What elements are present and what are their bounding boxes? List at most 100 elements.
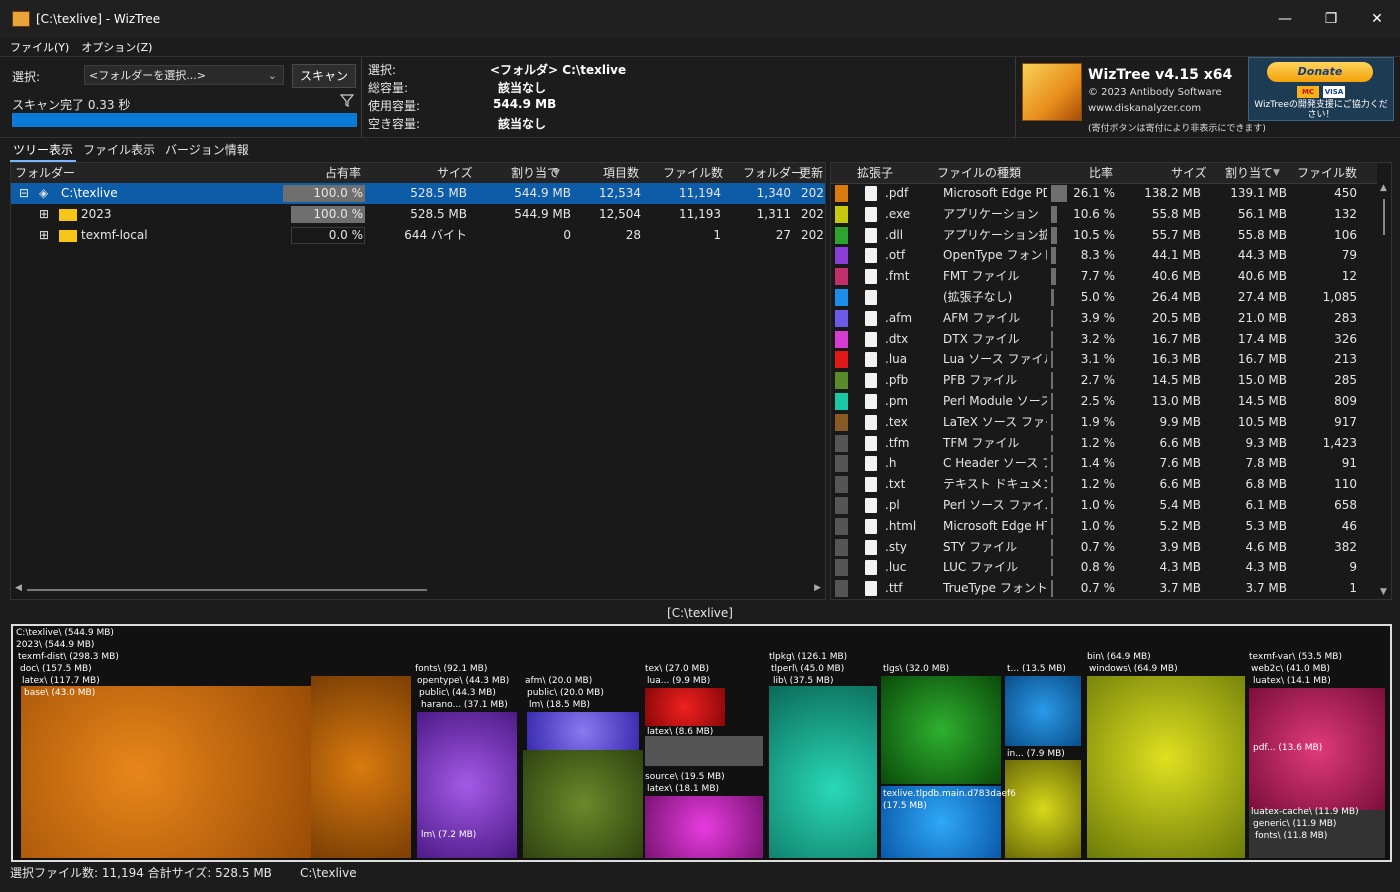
ext-type: Perl Module ソース フ [943, 394, 1047, 408]
col-size[interactable]: サイズ [437, 163, 473, 183]
col-ext-allocated[interactable]: 割り当て [1225, 163, 1273, 183]
ext-color-swatch [835, 434, 848, 452]
ext-row[interactable]: .sty STY ファイル 0.7 % 3.9 MB 4.6 MB 382 [831, 537, 1377, 558]
tab-tree-view[interactable]: ツリー表示 [10, 140, 77, 162]
ext-row[interactable]: .exe アプリケーション 10.6 % 55.8 MB 56.1 MB 132 [831, 204, 1377, 225]
ext-row[interactable]: .afm AFM ファイル 3.9 % 20.5 MB 21.0 MB 283 [831, 308, 1377, 329]
ext-row[interactable]: .html Microsoft Edge HTM 1.0 % 5.2 MB 5.3 MB… [831, 516, 1377, 537]
folder-select[interactable]: <フォルダーを選択...> ⌄ [84, 65, 284, 85]
ext-type: (拡張子なし) [943, 290, 1013, 304]
menu-file[interactable]: ファイル(Y) [10, 39, 69, 55]
ext-count: 450 [1334, 186, 1357, 200]
restore-icon[interactable]: ❐ [1308, 0, 1354, 38]
ext-size: 55.7 MB [1151, 227, 1201, 242]
ext-row[interactable]: .pfb PFB ファイル 2.7 % 14.5 MB 15.0 MB 285 [831, 370, 1377, 391]
mastercard-icon: MC [1297, 86, 1319, 98]
ext-color-swatch [835, 226, 848, 244]
col-file-type[interactable]: ファイルの種類 [937, 163, 1021, 183]
col-percent[interactable]: 占有率 [325, 163, 361, 183]
col-modified[interactable]: 更新 [799, 163, 823, 183]
ext-name: .pdf [885, 186, 909, 200]
treemap-block-bin[interactable] [1087, 676, 1245, 858]
col-folder[interactable]: フォルダー [15, 163, 75, 183]
tree-row[interactable]: ⊞ texmf-local 0.0 % 644 バイト 0 28 1 27 20… [11, 225, 825, 246]
ext-color-swatch [835, 309, 848, 327]
col-allocated[interactable]: 割り当て [511, 163, 559, 183]
treemap-block-tlgs[interactable] [881, 676, 1001, 784]
menu-options[interactable]: オプション(Z) [81, 39, 152, 55]
ext-row[interactable]: (拡張子なし) 5.0 % 26.4 MB 27.4 MB 1,085 [831, 287, 1377, 308]
ext-row[interactable]: .luc LUC ファイル 0.8 % 4.3 MB 4.3 MB 9 [831, 557, 1377, 578]
ext-row[interactable]: .txt テキスト ドキュメント 1.2 % 6.6 MB 6.8 MB 110 [831, 474, 1377, 495]
col-items[interactable]: 項目数 [603, 163, 639, 183]
ext-row[interactable]: .fmt FMT ファイル 7.7 % 40.6 MB 40.6 MB 12 [831, 266, 1377, 287]
treemap-block-lua[interactable] [645, 688, 725, 726]
treemap[interactable]: C:\texlive\ (544.9 MB) 2023\ (544.9 MB) … [11, 624, 1392, 862]
ext-type: Microsoft Edge HTM [943, 518, 1047, 533]
treemap-block-pfb[interactable] [523, 750, 643, 858]
minimize-icon[interactable]: — [1262, 0, 1308, 38]
ext-alloc: 4.6 MB [1245, 539, 1287, 554]
folder-icon [59, 230, 77, 242]
scroll-left-icon[interactable]: ◀ [15, 583, 22, 593]
treemap-block-t[interactable] [1005, 676, 1081, 746]
ext-row[interactable]: .dtx DTX ファイル 3.2 % 16.7 MB 17.4 MB 326 [831, 329, 1377, 350]
ext-count: 46 [1341, 518, 1357, 533]
treemap-block-tlperl[interactable] [769, 686, 877, 858]
folders-value: 1,340 [756, 186, 791, 200]
ext-alloc: 4.3 MB [1245, 560, 1287, 575]
col-extension[interactable]: 拡張子 [857, 163, 893, 183]
info-label: 空き容量: [368, 117, 421, 131]
ext-row[interactable]: .lua Lua ソース ファイル 3.1 % 16.3 MB 16.7 MB 213 [831, 349, 1377, 370]
ext-row[interactable]: .pdf Microsoft Edge PDF 26.1 % 138.2 MB 139.… [831, 183, 1377, 204]
expand-icon[interactable]: ⊞ [39, 204, 49, 225]
tree-row[interactable]: ⊞ 2023 100.0 % 528.5 MB 544.9 MB 12,504 … [11, 204, 825, 225]
scroll-right-icon[interactable]: ▶ [814, 583, 821, 593]
ext-row[interactable]: .pl Perl ソース ファイル 1.0 % 5.4 MB 6.1 MB 658 [831, 495, 1377, 516]
donate-button[interactable]: Donate [1267, 62, 1373, 82]
ext-row[interactable]: .pm Perl Module ソース フ 2.5 % 13.0 MB 14.5 MB 8… [831, 391, 1377, 412]
tree-horizontal-scrollbar[interactable]: ◀ ▶ [11, 581, 825, 597]
ext-row[interactable]: .dll アプリケーション拡張 10.5 % 55.7 MB 55.8 MB 106 [831, 225, 1377, 246]
col-ext-size[interactable]: サイズ [1171, 163, 1207, 183]
treemap-block-doc[interactable] [21, 686, 311, 858]
scroll-thumb[interactable] [1383, 199, 1385, 235]
ext-row[interactable]: .tex LaTeX ソース ファイル 1.9 % 9.9 MB 10.5 MB 917 [831, 412, 1377, 433]
items-value: 12,504 [599, 207, 641, 221]
scroll-down-icon[interactable]: ▼ [1380, 587, 1387, 597]
col-files[interactable]: ファイル数 [663, 163, 723, 183]
ext-ratio: 5.0 % [1080, 290, 1115, 304]
expand-icon[interactable]: ⊞ [39, 225, 49, 246]
col-file-count[interactable]: ファイル数 [1297, 163, 1357, 183]
ext-row[interactable]: .h C Header ソース ファ 1.4 % 7.6 MB 7.8 MB 91 [831, 453, 1377, 474]
percent-value: 0.0 % [328, 228, 363, 242]
ext-row[interactable]: .ttf TrueType フォント ファ 0.7 % 3.7 MB 3.7 MB 1 [831, 578, 1377, 599]
treemap-label: luatex-cache\ (11.9 MB) [1251, 807, 1359, 817]
treemap-block-latex[interactable] [645, 736, 763, 766]
ext-row[interactable]: .otf OpenType フォント フ 8.3 % 44.1 MB 44.3 MB 79 [831, 245, 1377, 266]
brand-site[interactable]: www.diskanalyzer.com [1088, 103, 1201, 114]
col-ratio[interactable]: 比率 [1089, 163, 1113, 183]
close-icon[interactable]: ✕ [1354, 0, 1400, 38]
tree-row[interactable]: ⊟ ◈ C:\texlive 100.0 % 528.5 MB 544.9 MB… [11, 183, 825, 204]
treemap-block-in[interactable] [1005, 760, 1081, 858]
treemap-block-source[interactable] [645, 796, 763, 858]
treemap-block-doc-extra[interactable] [311, 676, 411, 858]
file-type-icon [865, 206, 877, 222]
tab-file-view[interactable]: ファイル表示 [80, 140, 158, 160]
col-folders[interactable]: フォルダー [743, 163, 803, 183]
file-type-icon [865, 560, 877, 576]
treemap-block-afm[interactable] [527, 712, 639, 750]
donate-panel: Donate MC VISA WizTreeの開発支援にご協力ください！ [1248, 57, 1394, 121]
collapse-icon[interactable]: ⊟ [19, 183, 29, 204]
scroll-up-icon[interactable]: ▲ [1380, 183, 1387, 193]
filter-icon[interactable] [340, 93, 354, 107]
ext-type: DTX ファイル [943, 331, 1020, 346]
tab-version-info[interactable]: バージョン情報 [162, 140, 252, 160]
info-label: 使用容量: [368, 99, 421, 113]
scroll-thumb[interactable] [27, 589, 427, 591]
ext-row[interactable]: .tfm TFM ファイル 1.2 % 6.6 MB 9.3 MB 1,423 [831, 433, 1377, 454]
ext-vertical-scrollbar[interactable]: ▲ ▼ [1377, 183, 1391, 597]
scan-button[interactable]: スキャン [292, 64, 356, 88]
ext-ratio: 7.7 % [1080, 269, 1115, 284]
